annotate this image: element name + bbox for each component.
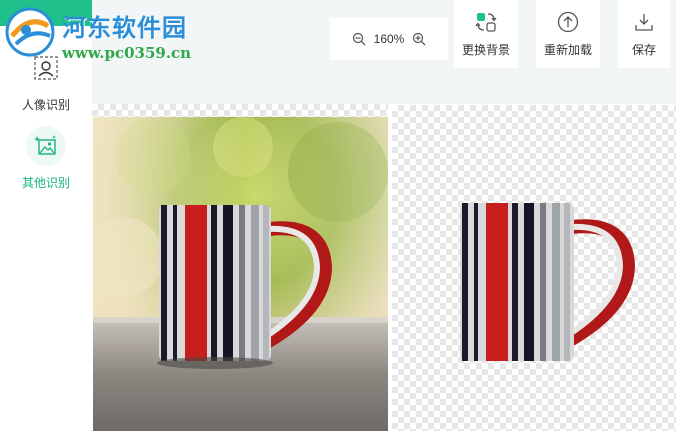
zoom-level: 160% xyxy=(373,32,405,46)
image-sparkle-icon xyxy=(26,126,66,166)
sidebar-item-label: 人像识别 xyxy=(21,98,70,112)
download-icon xyxy=(635,13,653,31)
watermark-logo-icon xyxy=(5,7,55,57)
watermark-url: www.pc0359.cn xyxy=(62,44,192,62)
reload-button[interactable]: 重新加载 xyxy=(536,0,600,68)
sidebar: 人像识别 其他识别 xyxy=(0,0,92,431)
watermark: 河东软件园 www.pc0359.cn xyxy=(4,4,204,62)
save-label: 保存 xyxy=(631,42,656,57)
zoom-in-icon[interactable] xyxy=(412,32,426,46)
save-button[interactable]: 保存 xyxy=(618,0,670,68)
sidebar-item-label: 其他识别 xyxy=(21,176,70,190)
reload-label: 重新加载 xyxy=(543,42,592,57)
mug-cutout xyxy=(460,203,636,361)
swap-background-icon xyxy=(475,12,497,32)
upload-circle-icon xyxy=(557,11,579,32)
change-background-button[interactable]: 更换背景 xyxy=(454,0,518,68)
transparent-background-strip xyxy=(92,104,390,117)
sidebar-item-other-recognition[interactable]: 其他识别 xyxy=(0,126,92,191)
zoom-out-icon[interactable] xyxy=(352,32,366,46)
original-image xyxy=(93,117,388,431)
zoom-control: 160% xyxy=(330,18,448,60)
watermark-title: 河东软件园 xyxy=(62,14,187,42)
change-background-label: 更换背景 xyxy=(461,42,510,57)
result-image xyxy=(392,105,676,431)
